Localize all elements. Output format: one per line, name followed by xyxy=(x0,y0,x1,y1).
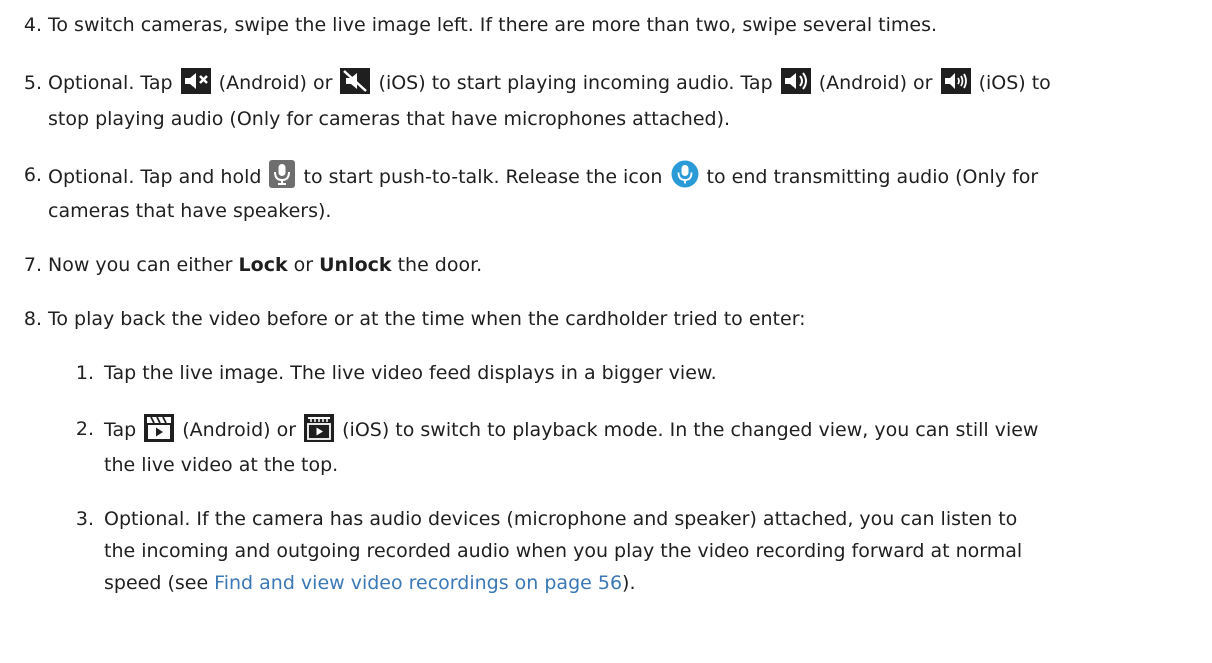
list-text: stop playing audio (Only for cameras tha… xyxy=(48,108,731,130)
list-text: speed (see Find and view video recording… xyxy=(104,568,636,599)
find-view-recordings-link[interactable]: Find and view video recordings on page 5… xyxy=(214,572,622,594)
text-fragment: to end transmitting audio (Only for xyxy=(706,166,1039,188)
text-fragment: (iOS) to start playing incoming audio. T… xyxy=(378,72,773,94)
text-fragment: Optional. Tap and hold xyxy=(48,166,262,188)
list-text: Optional. If the camera has audio device… xyxy=(104,508,1018,530)
document-page: 4. To switch cameras, swipe the live ima… xyxy=(0,0,1212,663)
microphone-icon xyxy=(269,160,296,188)
list-number: 1. xyxy=(75,362,94,384)
list-number: 8. xyxy=(23,308,42,330)
text-fragment: (iOS) to switch to playback mode. In the… xyxy=(342,419,1039,441)
text-fragment: (Android) or xyxy=(182,419,297,441)
text-fragment: Tap xyxy=(104,419,137,441)
list-text: To switch cameras, swipe the live image … xyxy=(48,14,938,36)
text-fragment: (Android) or xyxy=(818,72,933,94)
list-number: 2. xyxy=(75,418,94,440)
text-fragment: the door. xyxy=(391,254,483,276)
lock-label: Lock xyxy=(238,254,288,276)
list-number: 6. xyxy=(23,164,42,186)
text-fragment: speed (see xyxy=(104,572,215,594)
list-number: 7. xyxy=(23,254,42,276)
list-number: 3. xyxy=(75,508,94,530)
list-text: Optional. Tap (Android) or (iOS) to star… xyxy=(48,68,1051,99)
list-text: To play back the video before or at the … xyxy=(48,308,806,330)
speaker-muted-ios-icon xyxy=(340,68,371,94)
microphone-active-icon xyxy=(671,160,699,188)
list-number: 5. xyxy=(23,72,42,94)
text-fragment: Optional. Tap xyxy=(48,72,173,94)
list-text: cameras that have speakers). xyxy=(48,200,332,222)
list-text: the live video at the top. xyxy=(104,454,339,476)
text-fragment: to start push-to-talk. Release the icon xyxy=(303,166,663,188)
list-text: Optional. Tap and hold to start push-to-… xyxy=(48,160,1038,193)
speaker-muted-android-icon xyxy=(180,68,211,94)
list-text: Tap (Android) or (iOS) to switch to play… xyxy=(104,414,1038,446)
text-fragment: Now you can either xyxy=(48,254,239,276)
unlock-label: Unlock xyxy=(319,254,392,276)
text-fragment: (iOS) to xyxy=(978,72,1051,94)
list-text: Tap the live image. The live video feed … xyxy=(104,362,717,384)
speaker-on-android-icon xyxy=(780,68,811,94)
playback-ios-icon xyxy=(304,414,335,442)
list-text: the incoming and outgoing recorded audio… xyxy=(104,540,1023,562)
playback-android-icon xyxy=(144,414,175,442)
list-text: Now you can either Lock or Unlock the do… xyxy=(48,250,482,281)
text-fragment: ). xyxy=(622,572,636,594)
speaker-on-ios-icon xyxy=(940,68,971,94)
text-fragment: or xyxy=(287,254,320,276)
text-fragment: (Android) or xyxy=(218,72,333,94)
list-number: 4. xyxy=(23,14,42,36)
